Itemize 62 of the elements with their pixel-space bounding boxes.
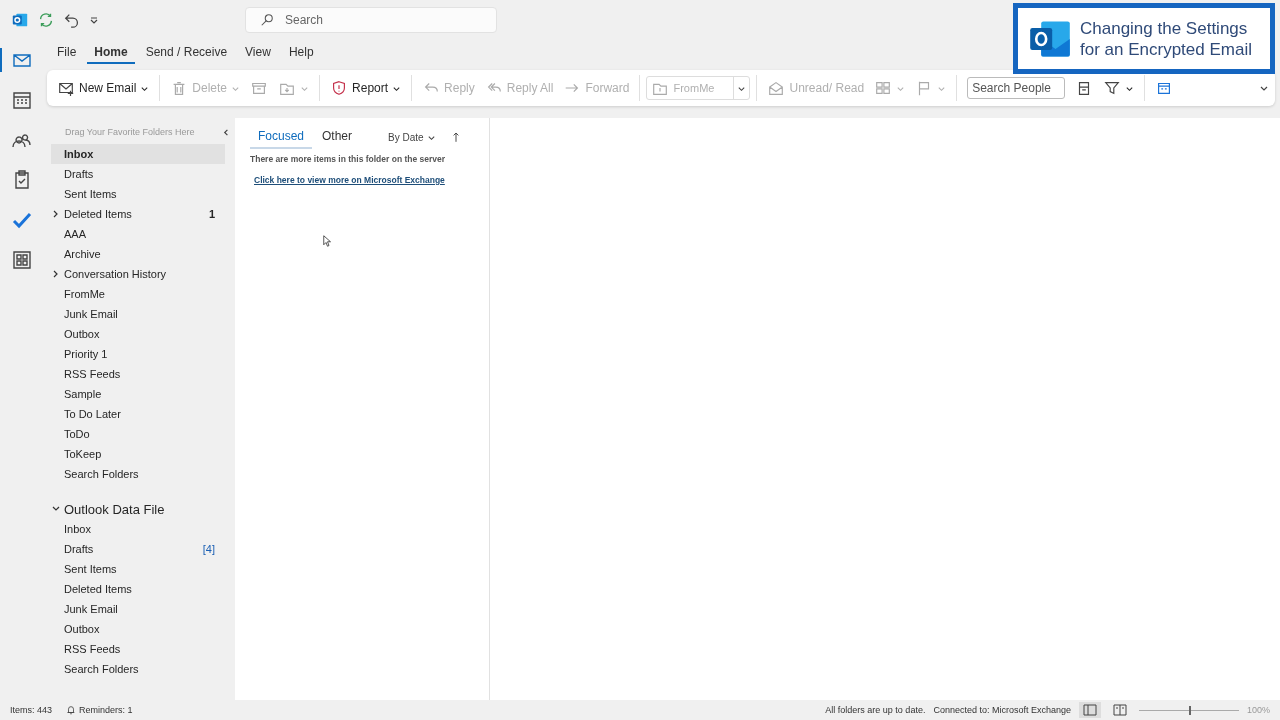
folder-item[interactable]: Inbox	[51, 144, 225, 164]
menu-tab[interactable]: Help	[281, 42, 321, 64]
title-line: for an Encrypted Email	[1080, 38, 1252, 60]
folder-item[interactable]: Drafts [4]	[51, 539, 225, 559]
folder-item[interactable]: Inbox	[51, 519, 225, 539]
folder-item[interactable]: Drafts	[51, 164, 225, 184]
title-line: Changing the Settings	[1080, 17, 1249, 39]
folder-item[interactable]: Deleted Items 1	[51, 204, 225, 224]
folder-item[interactable]: Priority 1	[51, 344, 225, 364]
sync-icon[interactable]	[37, 11, 55, 29]
folder-item[interactable]: Search Folders	[51, 659, 225, 679]
folder-item[interactable]: Archive	[51, 244, 225, 264]
exchange-link[interactable]: Click here to view more on Microsoft Exchange	[254, 175, 445, 185]
menu-tab[interactable]: View	[238, 42, 278, 64]
search-field[interactable]: Search	[245, 7, 497, 33]
folder-item[interactable]: ToDo	[51, 424, 225, 444]
outlook-logo-icon	[11, 11, 29, 29]
item-count: Items: 443	[10, 705, 53, 715]
search-people-field[interactable]: Search People	[967, 77, 1066, 99]
sort-order-icon[interactable]	[451, 131, 460, 143]
folder-item[interactable]: RSS Feeds	[51, 639, 225, 659]
folder-item[interactable]: To Do Later	[51, 404, 225, 424]
filter-icon	[1103, 79, 1122, 97]
menu-tab[interactable]: Home	[87, 42, 135, 64]
favorites-hint: Drag Your Favorite Folders Here	[65, 127, 196, 137]
folder-item[interactable]: Outbox	[51, 619, 225, 639]
undo-icon[interactable]	[63, 11, 81, 29]
zoom-level: 100%	[1246, 705, 1270, 715]
folder-item[interactable]: Deleted Items	[51, 579, 225, 599]
menu-tab[interactable]: Send / Receive	[138, 42, 235, 64]
folder-item[interactable]: Search Folders	[51, 464, 225, 484]
menu-tab[interactable]: File	[50, 42, 84, 64]
inbox-tab[interactable]: Other	[314, 125, 361, 149]
open-envelope-icon	[767, 79, 786, 97]
folder-item[interactable]: Junk Email	[51, 599, 225, 619]
folder-item[interactable]: FromMe	[51, 284, 225, 304]
zoom-slider[interactable]	[1138, 704, 1239, 716]
search-icon	[260, 13, 274, 27]
folder-item[interactable]: Conversation History	[51, 264, 225, 284]
folder-item[interactable]: Junk Email	[51, 304, 225, 324]
reminders-count[interactable]: Reminders: 1	[79, 705, 133, 715]
folder-item[interactable]: AAA	[51, 224, 225, 244]
bell-icon	[66, 705, 77, 715]
sync-status: All folders are up to date.	[825, 705, 926, 715]
grid-icon	[874, 79, 893, 97]
folder-item[interactable]: RSS Feeds	[51, 364, 225, 384]
mouse-cursor-icon	[323, 235, 332, 247]
collapse-pane-icon[interactable]	[222, 127, 231, 137]
server-notice: There are more items in this folder on the server	[250, 154, 447, 164]
inbox-tab[interactable]: Focused	[250, 125, 313, 149]
normal-view-icon[interactable]	[1078, 702, 1101, 718]
sort-dropdown[interactable]: By Date	[382, 130, 442, 144]
folder-item[interactable]: Sent Items	[51, 184, 225, 204]
folder-item[interactable]: Outbox	[51, 324, 225, 344]
customize-caret-icon[interactable]	[89, 15, 99, 25]
ribbon-button[interactable]: Report	[326, 76, 406, 100]
folder-item[interactable]: Sent Items	[51, 559, 225, 579]
folder-item[interactable]: Sample	[51, 384, 225, 404]
account-header[interactable]: Outlook Data File	[51, 499, 235, 519]
connection-status: Connected to: Microsoft Exchange	[933, 705, 1071, 715]
folder-item[interactable]: ToKeep	[51, 444, 225, 464]
ribbon-button[interactable]: New Email	[53, 76, 154, 100]
